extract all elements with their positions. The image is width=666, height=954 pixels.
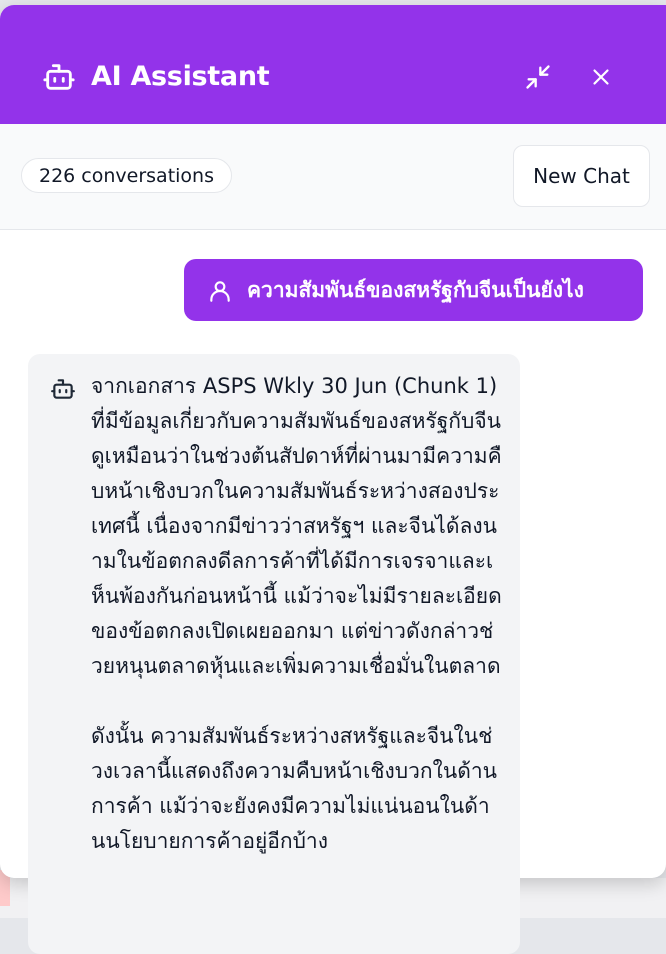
chat-widget: AI Assistant 226 conversations New Chat … bbox=[0, 5, 666, 954]
assistant-paragraph: จากเอกสาร ASPS Wkly 30 Jun (Chunk 1) ที่… bbox=[91, 374, 502, 678]
conversation-count-badge: 226 conversations bbox=[21, 158, 232, 193]
message-list[interactable]: ความสัมพันธ์ของสหรัฐกับจีนเป็นยังไง จากเ… bbox=[0, 230, 666, 954]
robot-icon bbox=[50, 376, 76, 402]
chat-header: AI Assistant bbox=[0, 5, 666, 124]
assistant-paragraph: ดังนั้น ความสัมพันธ์ระหว่างสหรัฐและจีนใน… bbox=[91, 724, 498, 853]
assistant-message-text: จากเอกสาร ASPS Wkly 30 Jun (Chunk 1) ที่… bbox=[91, 369, 503, 859]
chat-title: AI Assistant bbox=[91, 61, 270, 92]
user-icon bbox=[207, 278, 233, 304]
chat-toolbar: 226 conversations New Chat bbox=[0, 124, 666, 230]
minimize-button[interactable] bbox=[520, 61, 556, 97]
minimize-arrows-icon bbox=[524, 63, 552, 95]
user-message: ความสัมพันธ์ของสหรัฐกับจีนเป็นยังไง bbox=[184, 259, 643, 321]
close-button[interactable] bbox=[583, 61, 619, 97]
robot-icon bbox=[42, 60, 76, 94]
user-message-text: ความสัมพันธ์ของสหรัฐกับจีนเป็นยังไง bbox=[247, 278, 584, 302]
close-icon bbox=[588, 64, 614, 94]
new-chat-button[interactable]: New Chat bbox=[513, 145, 650, 207]
assistant-message: จากเอกสาร ASPS Wkly 30 Jun (Chunk 1) ที่… bbox=[28, 354, 520, 954]
